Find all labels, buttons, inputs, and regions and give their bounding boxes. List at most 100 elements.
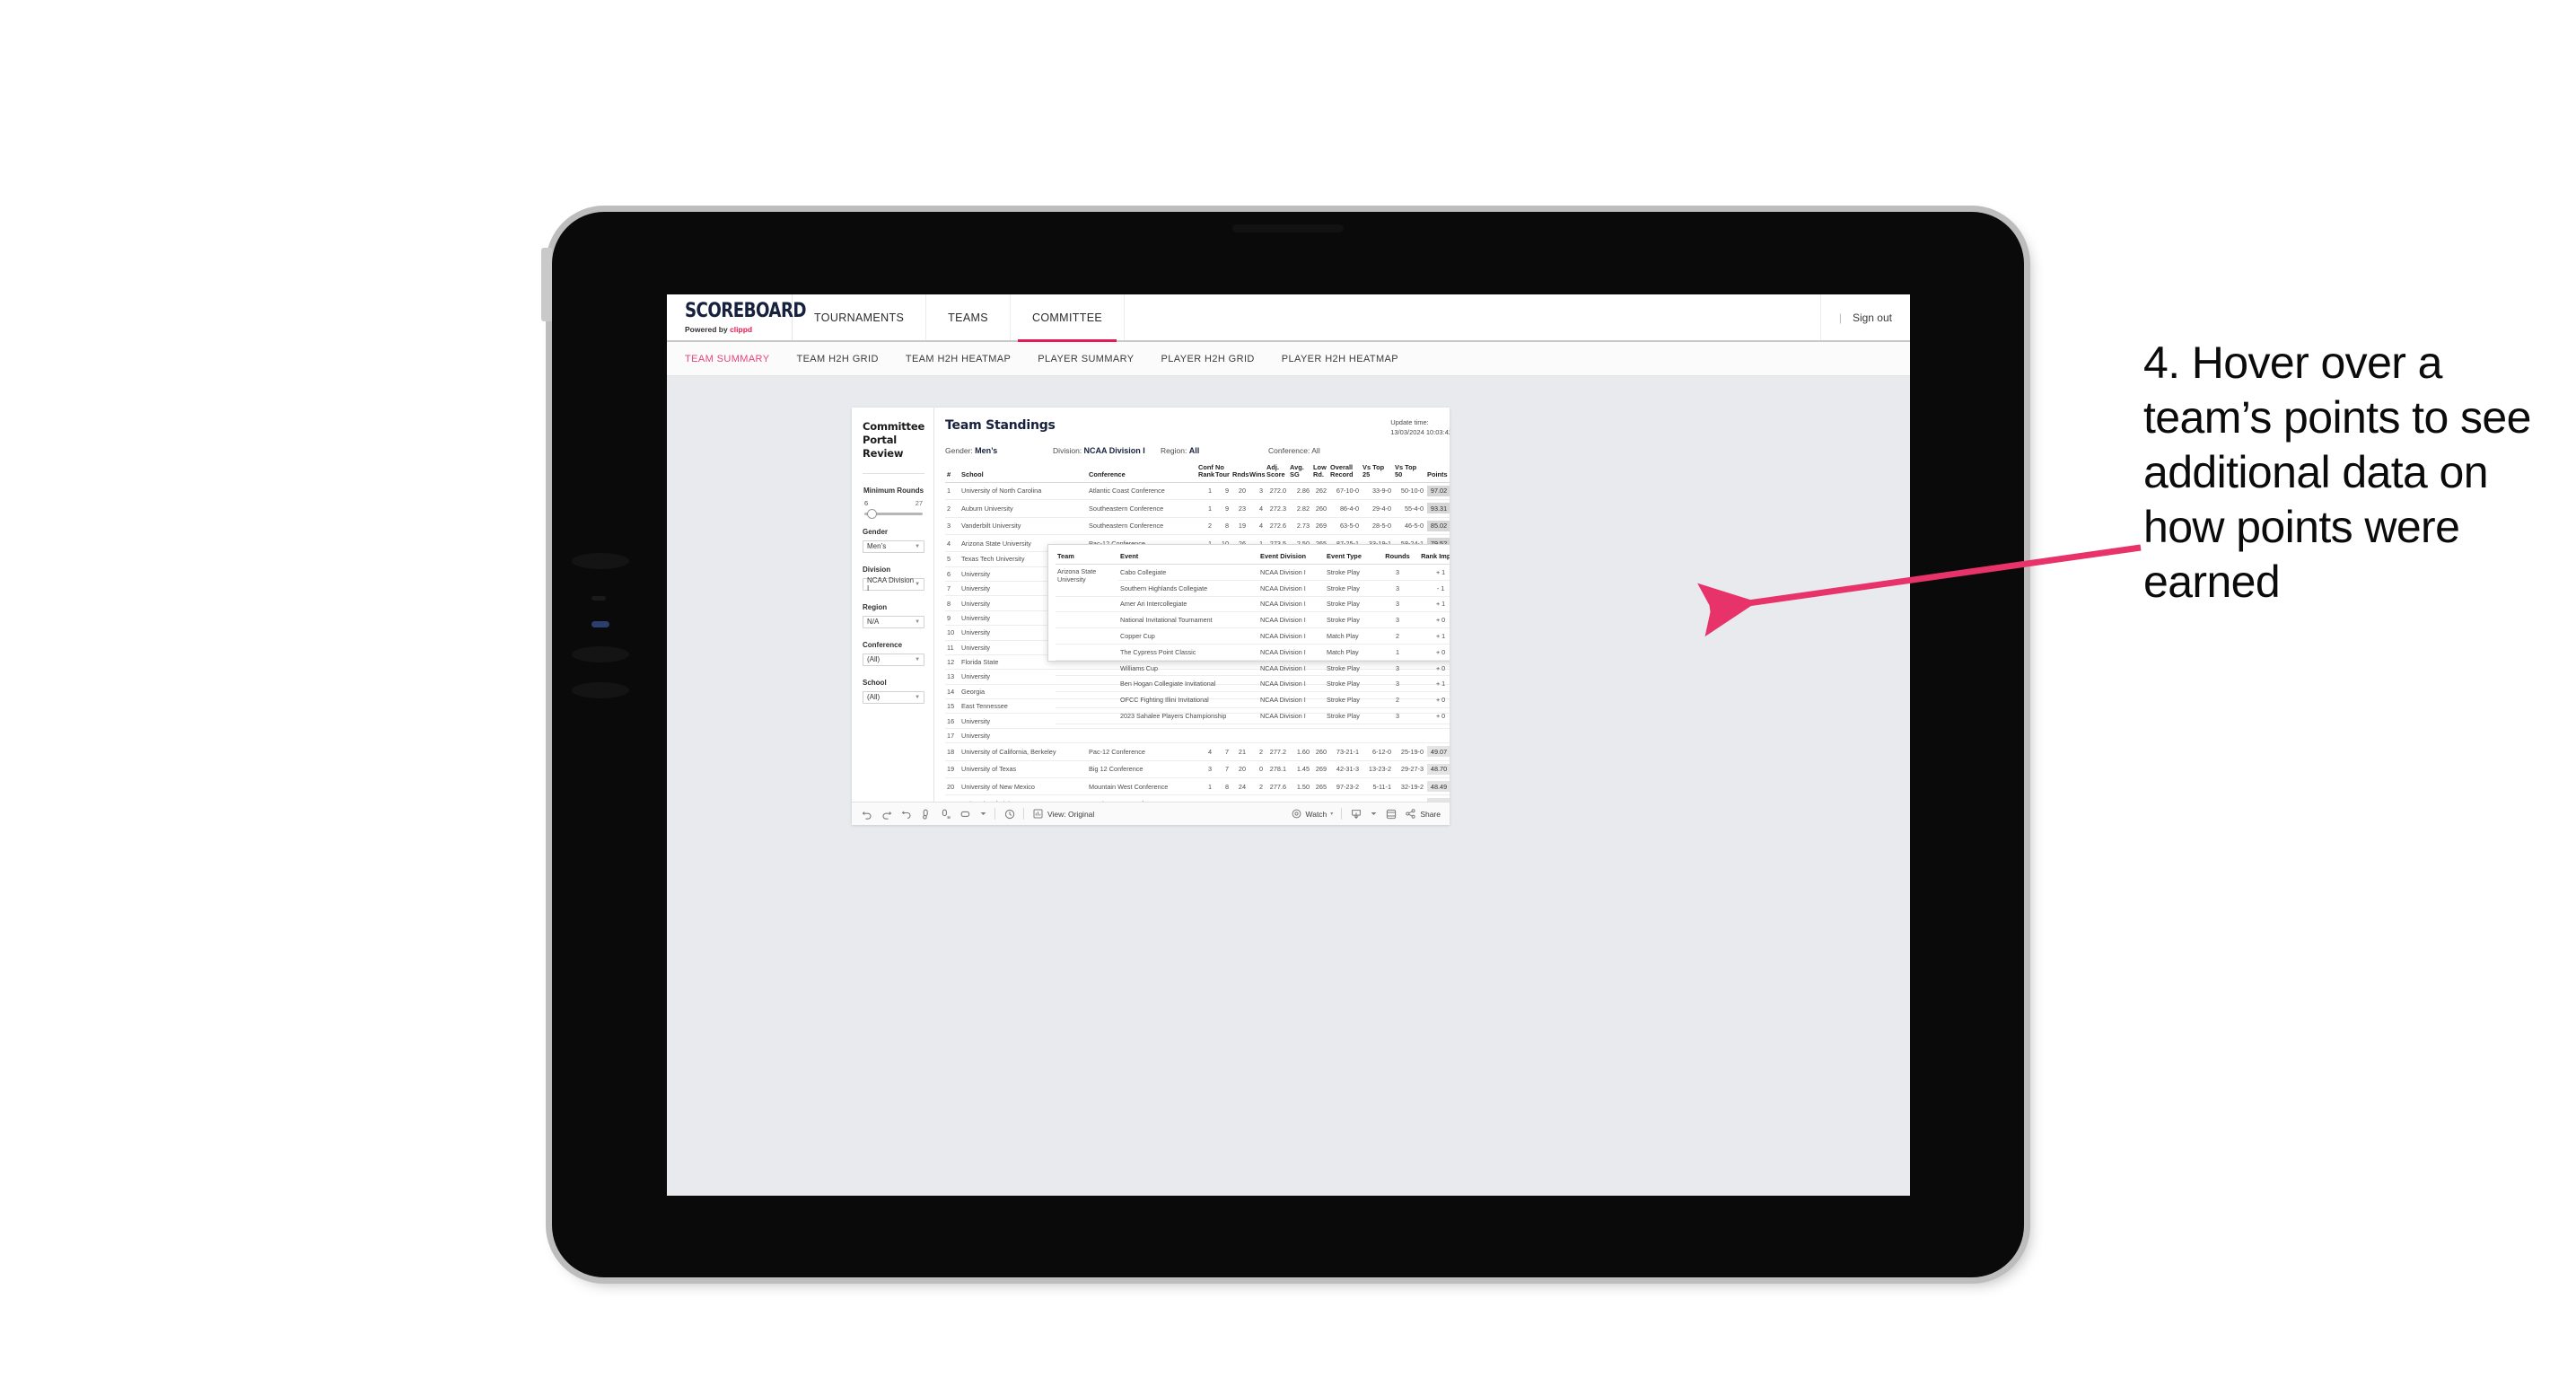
download-icon[interactable] — [1350, 808, 1362, 820]
minimum-rounds-slider[interactable] — [864, 508, 924, 519]
cell-avg-sg: 1.45 — [1288, 760, 1312, 778]
redo-icon[interactable] — [881, 808, 892, 820]
slider-handle[interactable] — [866, 508, 877, 519]
cell-rnds — [1231, 728, 1249, 744]
division-filter: Division NCAA Division I ▼ — [863, 566, 925, 592]
cell-rnds: 20 — [1231, 760, 1249, 778]
table-row[interactable]: 20 University of New Mexico Mountain West … — [945, 777, 1450, 796]
col-conf-rank[interactable]: Conf Rank — [1196, 463, 1214, 483]
table-row[interactable]: 17 University — [945, 728, 1450, 744]
table-body-bottom: 18 University of California, Berkeley Pac-… — [945, 742, 1450, 802]
tab-player-summary[interactable]: PLAYER SUMMARY — [1038, 354, 1134, 364]
cell-points[interactable]: 48.49 — [1425, 777, 1450, 796]
points-value[interactable]: 46.48 — [1427, 798, 1450, 802]
tooltip-cell-team — [1056, 611, 1119, 629]
cell-conf-rank: 4 — [1196, 742, 1214, 761]
tooltip-cell-division: NCAA Division I — [1258, 691, 1326, 709]
tooltip-cell-division: NCAA Division I — [1258, 660, 1326, 677]
col-adj-score[interactable]: Adj. Score — [1265, 463, 1289, 483]
conference-select[interactable]: (All) ▼ — [863, 653, 925, 666]
sub-navigation-bar: TEAM SUMMARY TEAM H2H GRID TEAM H2H HEAT… — [667, 342, 1910, 376]
table-row[interactable]: 21University of AlabamaSoutheastern Conf… — [945, 794, 1450, 802]
cell-points[interactable] — [1425, 728, 1450, 744]
tab-team-summary[interactable]: TEAM SUMMARY — [685, 354, 769, 364]
chevron-down-icon[interactable] — [1370, 808, 1377, 820]
cell-points[interactable]: 48.70 — [1425, 760, 1450, 778]
revert-icon[interactable] — [900, 808, 912, 820]
tooltip-cell-division: NCAA Division I — [1258, 644, 1326, 661]
table-row[interactable]: 3 Vanderbilt University Southeastern Confe… — [945, 517, 1450, 535]
chevron-down-icon[interactable] — [979, 808, 986, 820]
points-value[interactable]: 97.02 — [1427, 485, 1450, 496]
cell-avg-sg: 2.82 — [1288, 499, 1312, 518]
cell-conf-rank: 1 — [1196, 777, 1214, 796]
cell-vs-top-25: 7-15-0 — [1361, 794, 1394, 802]
cell-rank: 7 — [945, 581, 960, 597]
share-button[interactable]: Share — [1405, 808, 1441, 820]
table-row[interactable]: 18 University of California, Berkeley Pac-… — [945, 742, 1450, 761]
points-value[interactable]: 48.70 — [1427, 763, 1450, 775]
col-overall-record[interactable]: Overall Record — [1328, 463, 1362, 483]
cell-points[interactable]: 93.31 — [1425, 499, 1450, 518]
points-value[interactable]: 48.49 — [1427, 781, 1450, 793]
points-value[interactable]: 49.07 — [1427, 746, 1450, 758]
col-avg-sg[interactable]: Avg. SG — [1288, 463, 1312, 483]
clock-icon[interactable] — [1003, 808, 1015, 820]
watch-button[interactable]: Watch ▾ — [1291, 808, 1333, 820]
table-row[interactable]: 1 University of North Carolina Atlantic Co… — [945, 482, 1450, 501]
col-rnds[interactable]: Rnds — [1231, 463, 1249, 483]
tooltip-cell-event: OFCC Fighting Illini Invitational — [1118, 691, 1259, 709]
app-logo[interactable]: SCOREBOARD Powered by clippd — [667, 294, 807, 340]
col-wins[interactable]: Wins — [1248, 463, 1266, 483]
col-points[interactable]: Points — [1425, 463, 1450, 483]
cell-points[interactable]: 49.07 — [1425, 742, 1450, 761]
cell-points[interactable]: 46.48 — [1425, 794, 1450, 802]
nav-item-teams[interactable]: TEAMS — [926, 294, 1011, 340]
division-select[interactable]: NCAA Division I ▼ — [863, 576, 925, 592]
nav-item-committee[interactable]: COMMITTEE — [1011, 294, 1126, 342]
cell-wins: 4 — [1248, 517, 1266, 535]
sign-out-link[interactable]: Sign out — [1853, 311, 1892, 324]
device-layout-icon[interactable] — [959, 808, 971, 820]
col-rank[interactable]: # — [945, 463, 960, 483]
tab-team-h2h-grid[interactable]: TEAM H2H GRID — [796, 354, 878, 364]
col-low-rd[interactable]: Low Rd. — [1311, 463, 1329, 483]
tab-team-h2h-heatmap[interactable]: TEAM H2H HEATMAP — [906, 354, 1011, 364]
pause-updates-icon[interactable] — [940, 808, 951, 820]
refresh-data-icon[interactable] — [920, 808, 932, 820]
col-vs-top-25[interactable]: Vs Top 25 — [1361, 463, 1394, 483]
school-select[interactable]: (All) ▼ — [863, 690, 925, 704]
table-row[interactable]: 19 University of Texas Big 12 Conference 3 7… — [945, 760, 1450, 778]
view-original-button[interactable]: View: Original — [1032, 808, 1094, 820]
tooltip-cell-rank-impact: + 1 — [1415, 596, 1450, 613]
cell-no-tour: 9 — [1214, 482, 1231, 501]
tooltip-cell-rank-impact: + 0 — [1415, 644, 1450, 661]
cell-points[interactable]: 85.02 — [1425, 517, 1450, 535]
tooltip-cell-rounds: 3 — [1380, 564, 1415, 581]
tab-player-h2h-grid[interactable]: PLAYER H2H GRID — [1161, 354, 1255, 364]
points-value[interactable]: 93.31 — [1427, 503, 1450, 514]
tooltip-table-body: Arizona State University Cabo Collegiate N… — [1056, 564, 1450, 724]
gender-filter: Gender Men’s ▼ — [863, 528, 925, 553]
col-school[interactable]: School — [959, 463, 1088, 483]
cell-points[interactable]: 97.02 — [1425, 482, 1450, 501]
cell-low-rd: 272 — [1311, 794, 1329, 802]
table-header: # School Conference Conf Rank No Tour Rnds… — [945, 463, 1450, 483]
col-vs-top-50[interactable]: Vs Top 50 — [1393, 463, 1426, 483]
col-conference[interactable]: Conference — [1087, 463, 1197, 483]
indicator-led — [591, 621, 609, 627]
undo-icon[interactable] — [861, 808, 872, 820]
fullscreen-icon[interactable] — [1385, 808, 1397, 820]
gender-select[interactable]: Men’s ▼ — [863, 539, 925, 553]
region-select[interactable]: N/A ▼ — [863, 615, 925, 628]
cell-adj-score — [1265, 728, 1289, 744]
portal-title-line1: Committee — [863, 420, 925, 433]
nav-item-tournaments[interactable]: TOURNAMENTS — [793, 294, 927, 340]
table-row[interactable]: 2 Auburn University Southeastern Conferenc… — [945, 499, 1450, 518]
tooltip-cell-type: Stroke Play — [1325, 675, 1381, 693]
points-value[interactable]: 85.02 — [1427, 520, 1450, 531]
tooltip-cell-division: NCAA Division I — [1258, 675, 1326, 693]
tab-player-h2h-heatmap[interactable]: PLAYER H2H HEATMAP — [1282, 354, 1398, 364]
col-no-tour[interactable]: No Tour — [1214, 463, 1231, 483]
tooltip-row: OFCC Fighting Illini Invitational NCAA Di… — [1056, 691, 1450, 709]
